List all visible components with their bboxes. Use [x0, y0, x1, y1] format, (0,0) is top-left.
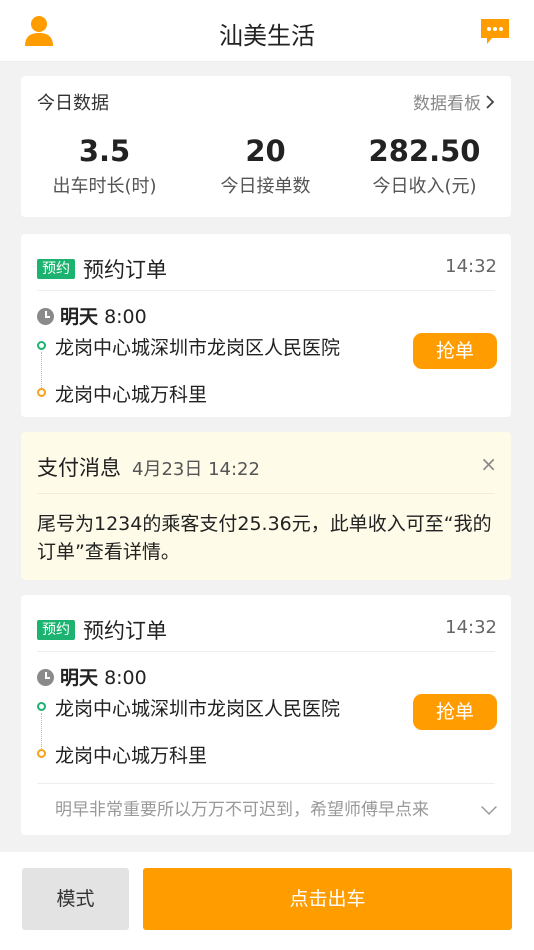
- grab-order-button[interactable]: 抢单: [413, 694, 497, 730]
- clock-icon: [37, 308, 54, 325]
- dropoff-address: 龙岗中心城万科里: [55, 745, 208, 767]
- order-card[interactable]: 预约 预约订单 14:32 明天 8:00 龙岗中心城深圳市龙岗区人民医院 龙岗中…: [21, 234, 511, 417]
- payment-message-card: 支付消息 4月23日 14:22 × 尾号为1234的乘客支付25.36元，此单…: [21, 432, 511, 580]
- order-time: 14:32: [445, 617, 497, 638]
- stat-value: 20: [245, 134, 286, 168]
- pickup-day: 明天: [60, 667, 99, 689]
- order-note: 明早非常重要所以万万不可迟到，希望师傅早点来: [55, 800, 429, 820]
- stat-value: 3.5: [78, 134, 131, 168]
- pickup-hour: 8:00: [104, 306, 147, 328]
- reservation-badge: 预约: [37, 259, 75, 279]
- order-time: 14:32: [445, 256, 497, 277]
- stat-income: 282.50 今日收入(元): [343, 134, 506, 198]
- divider: [37, 651, 495, 652]
- order-title: 预约订单: [83, 258, 167, 282]
- today-stats-title: 今日数据: [37, 93, 109, 114]
- pickup-address: 龙岗中心城深圳市龙岗区人民医院: [55, 337, 341, 359]
- route-line: [41, 352, 42, 388]
- pickup-time: 明天 8:00: [37, 663, 147, 690]
- dropoff-address: 龙岗中心城万科里: [55, 384, 208, 406]
- stat-drive-hours: 3.5 出车时长(时): [23, 134, 186, 198]
- data-board-link[interactable]: 数据看板: [413, 89, 495, 114]
- pickup-hour: 8:00: [104, 667, 147, 689]
- route-line: [41, 713, 42, 749]
- order-card[interactable]: 预约 预约订单 14:32 明天 8:00 龙岗中心城深圳市龙岗区人民医院 龙岗中…: [21, 595, 511, 835]
- order-title: 预约订单: [83, 619, 167, 643]
- data-board-label: 数据看板: [413, 94, 481, 114]
- stat-orders-count: 20 今日接单数: [184, 134, 347, 198]
- reservation-badge: 预约: [37, 620, 75, 640]
- payment-date: 4月23日 14:22: [132, 459, 260, 480]
- stat-label: 今日接单数: [220, 176, 311, 197]
- close-icon[interactable]: ×: [480, 452, 497, 476]
- start-driving-button[interactable]: 点击出车: [143, 868, 512, 930]
- divider: [37, 783, 495, 784]
- today-stats-card: 今日数据 数据看板 3.5 出车时长(时) 20 今日接单数 282.50 今日…: [21, 76, 511, 217]
- stat-label: 出车时长(时): [52, 176, 157, 197]
- divider: [37, 290, 495, 291]
- bottom-bar: 模式 点击出车: [0, 852, 534, 950]
- pickup-address: 龙岗中心城深圳市龙岗区人民医院: [55, 698, 341, 720]
- pickup-time: 明天 8:00: [37, 302, 147, 329]
- pickup-day: 明天: [60, 306, 99, 328]
- app-title: 汕美生活: [219, 22, 315, 50]
- payment-text: 尾号为1234的乘客支付25.36元，此单收入可至“我的订单”查看详情。: [37, 513, 492, 563]
- payment-title: 支付消息: [37, 456, 121, 480]
- chevron-right-icon: [485, 94, 495, 114]
- clock-icon: [37, 669, 54, 686]
- grab-order-button[interactable]: 抢单: [413, 333, 497, 369]
- chevron-down-icon[interactable]: [481, 799, 497, 815]
- end-point-icon: [37, 749, 46, 758]
- divider: [37, 493, 495, 494]
- order-head: 预约 预约订单: [37, 615, 167, 643]
- stat-value: 282.50: [368, 134, 481, 168]
- order-head: 预约 预约订单: [37, 254, 167, 282]
- start-point-icon: [37, 702, 46, 711]
- stat-label: 今日收入(元): [372, 176, 477, 197]
- mode-button[interactable]: 模式: [22, 868, 129, 930]
- message-icon[interactable]: [480, 18, 510, 46]
- end-point-icon: [37, 388, 46, 397]
- app-header: 汕美生活: [0, 0, 534, 62]
- start-point-icon: [37, 341, 46, 350]
